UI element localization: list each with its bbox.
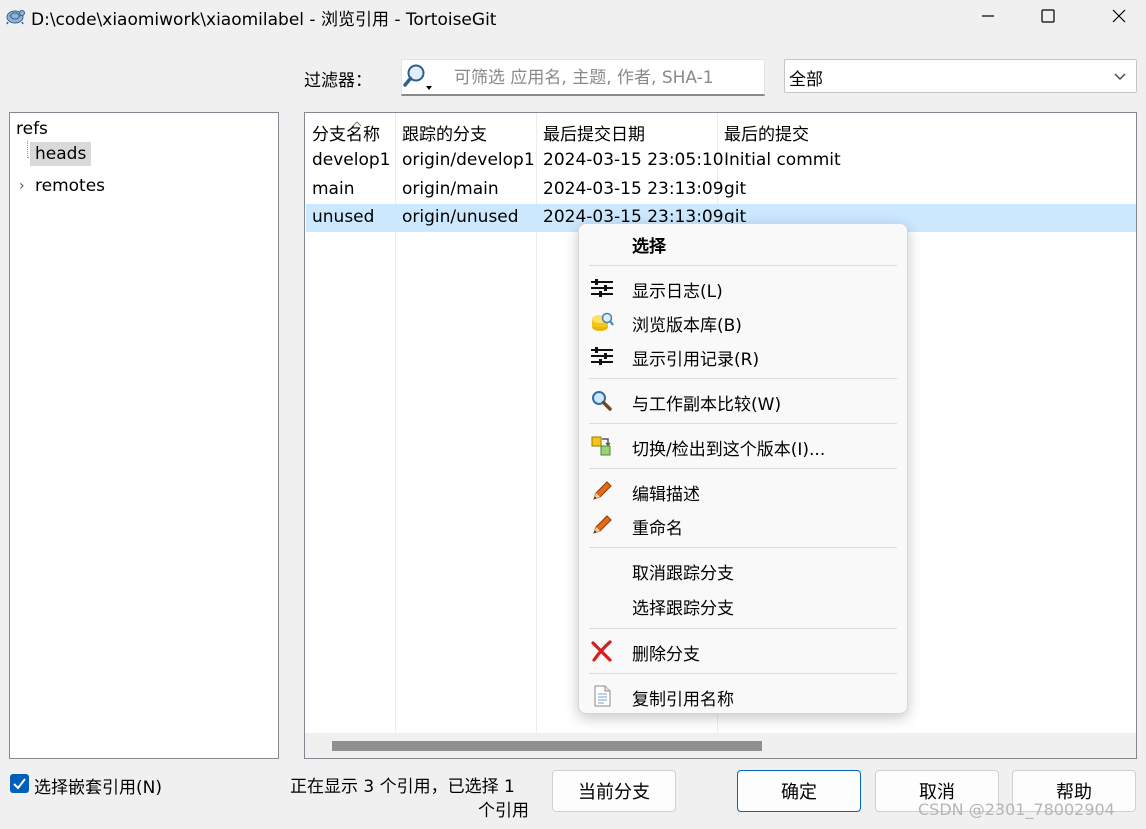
search-icon[interactable] — [403, 62, 437, 92]
menu-item-rename[interactable]: 重命名 — [579, 509, 907, 541]
ok-button[interactable]: 确定 — [737, 770, 861, 812]
menu-item-switch-checkout[interactable]: 切换/检出到这个版本(I)... — [579, 430, 907, 462]
close-button[interactable] — [1092, 0, 1146, 32]
title-bar: D:\code\xiaomiwork\xiaomilabel - 浏览引用 - … — [0, 0, 1146, 32]
column-header-tracked-branch[interactable]: 跟踪的分支 — [402, 120, 487, 145]
column-header-last-commit[interactable]: 最后的提交 — [724, 120, 809, 145]
tree-node-refs[interactable]: refs — [16, 119, 48, 139]
pencil-icon — [593, 481, 612, 500]
cell-tracked-branch: origin/unused — [402, 207, 519, 227]
menu-item-label: 浏览版本库(B) — [632, 316, 742, 336]
cell-last-commit-date: 2024-03-15 23:05:10 — [543, 150, 724, 170]
menu-item-label: 复制引用名称 — [632, 690, 734, 710]
menu-item-compare-working-copy[interactable]: 与工作副本比较(W) — [579, 385, 907, 417]
filter-scope-value: 全部 — [789, 70, 823, 90]
menu-item-label: 重命名 — [632, 519, 683, 539]
repo-browser-icon — [592, 312, 614, 331]
menu-separator — [589, 628, 897, 629]
filter-label: 过滤器： — [304, 71, 372, 91]
column-header-last-commit-date[interactable]: 最后提交日期 — [543, 120, 645, 145]
menu-item-label: 切换/检出到这个版本(I)... — [632, 440, 826, 460]
column-header-branch-name[interactable]: 分支名称 — [312, 120, 380, 145]
horizontal-scrollbar[interactable] — [305, 733, 1136, 758]
menu-item-reflog[interactable]: 显示引用记录(R) — [579, 340, 907, 372]
cell-branch-name: main — [312, 179, 355, 199]
cell-branch-name: unused — [312, 207, 375, 227]
menu-separator — [589, 378, 897, 379]
menu-item-delete-branch[interactable]: 删除分支 — [579, 635, 907, 667]
tree-connector — [27, 141, 28, 158]
menu-item-label: 删除分支 — [632, 645, 700, 665]
table-row[interactable]: main origin/main 2024-03-15 23:13:09 git — [306, 176, 1136, 204]
chevron-down-icon — [1114, 73, 1126, 80]
menu-item-repo-browser[interactable]: 浏览版本库(B) — [579, 306, 907, 338]
status-text-continued: 个引用 — [478, 801, 529, 821]
magnifier-icon — [592, 391, 612, 411]
expand-arrow-icon[interactable]: › — [19, 178, 25, 194]
menu-separator — [589, 468, 897, 469]
menu-item-edit-description[interactable]: 编辑描述 — [579, 475, 907, 507]
menu-separator — [589, 547, 897, 548]
tree-node-remotes[interactable]: remotes — [35, 176, 105, 196]
menu-item-select[interactable]: 选择 — [579, 227, 907, 259]
filter-scope-select[interactable]: 全部 — [784, 59, 1137, 93]
filter-search-input[interactable] — [454, 66, 754, 90]
cell-last-commit: git — [724, 179, 747, 199]
reflog-icon — [591, 347, 613, 365]
cell-last-commit-date: 2024-03-15 23:13:09 — [543, 179, 724, 199]
scrollbar-thumb[interactable] — [332, 741, 762, 751]
status-text: 正在显示 3 个引用，已选择 1 — [290, 777, 515, 797]
menu-item-label: 显示引用记录(R) — [632, 350, 760, 370]
minimize-icon — [982, 15, 994, 17]
log-icon — [591, 279, 613, 297]
menu-separator — [589, 423, 897, 424]
cell-last-commit: Initial commit — [724, 150, 841, 170]
delete-icon — [591, 640, 612, 662]
close-icon — [1112, 9, 1126, 23]
watermark: CSDN @2301_78002904 — [918, 800, 1115, 819]
nested-refs-label[interactable]: 选择嵌套引用(N) — [34, 773, 162, 798]
menu-item-set-tracking[interactable]: 选择跟踪分支 — [579, 589, 907, 621]
nested-refs-checkbox[interactable] — [10, 774, 29, 793]
checkmark-icon — [13, 778, 26, 790]
maximize-icon — [1041, 9, 1055, 23]
menu-item-unset-tracking[interactable]: 取消跟踪分支 — [579, 554, 907, 586]
tree-node-heads[interactable]: heads — [30, 142, 92, 166]
menu-item-copy-ref-name[interactable]: 复制引用名称 — [579, 680, 907, 712]
current-branch-button[interactable]: 当前分支 — [552, 770, 676, 812]
maximize-button[interactable] — [1021, 0, 1075, 32]
refs-tree[interactable]: refs heads › remotes — [9, 112, 279, 759]
menu-separator — [589, 673, 897, 674]
table-row[interactable]: develop1 origin/develop1 2024-03-15 23:0… — [306, 147, 1136, 175]
menu-item-label: 取消跟踪分支 — [632, 564, 734, 584]
pencil-icon — [593, 515, 612, 534]
menu-item-show-log[interactable]: 显示日志(L) — [579, 272, 907, 304]
menu-item-label: 显示日志(L) — [632, 282, 723, 302]
minimize-button[interactable] — [961, 0, 1015, 32]
cell-tracked-branch: origin/main — [402, 179, 499, 199]
menu-item-label: 编辑描述 — [632, 485, 700, 505]
menu-item-label: 选择 — [632, 237, 666, 257]
menu-item-label: 与工作副本比较(W) — [632, 395, 782, 415]
menu-separator — [589, 265, 897, 266]
cell-branch-name: develop1 — [312, 150, 391, 170]
cell-tracked-branch: origin/develop1 — [402, 150, 535, 170]
switch-icon — [591, 436, 611, 456]
tortoise-icon — [6, 10, 25, 25]
menu-item-label: 选择跟踪分支 — [632, 599, 734, 619]
sort-ascending-icon — [352, 121, 362, 127]
copy-icon — [594, 685, 611, 707]
context-menu: 选择 显示日志(L) 浏览版本库(B) 显示引用记录(R) 与工作副本比较(W)… — [578, 223, 908, 714]
window-title: D:\code\xiaomiwork\xiaomilabel - 浏览引用 - … — [31, 10, 497, 30]
